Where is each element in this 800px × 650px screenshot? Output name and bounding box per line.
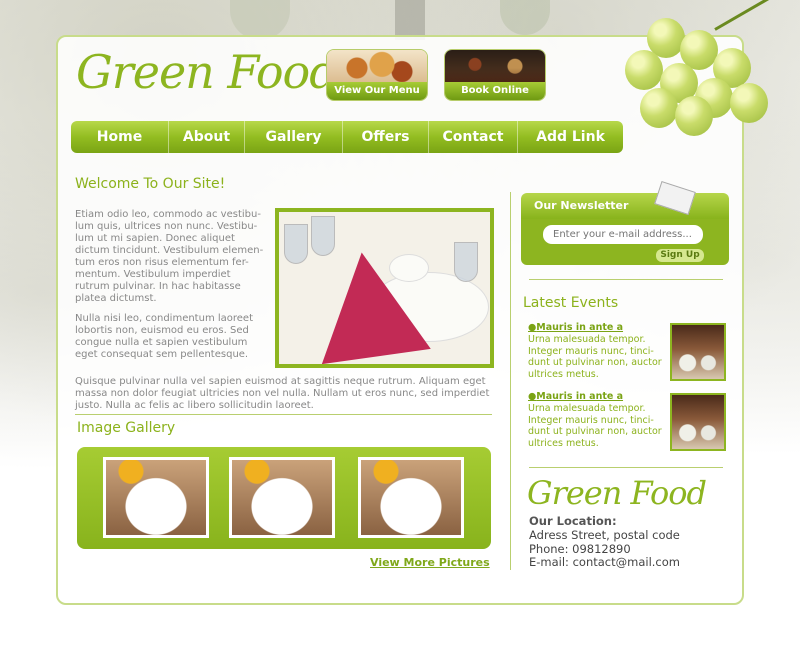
grape [675,96,713,136]
welcome-paragraph-2: Nulla nisi leo, condimentum laoreet lobo… [75,313,254,360]
nav-gallery[interactable]: Gallery [245,121,343,153]
welcome-heading: Welcome To Our Site! [75,176,226,192]
event-title: Mauris in ante a [536,322,624,333]
signup-button[interactable]: Sign Up [656,249,704,262]
restaurant-photo [445,50,545,86]
nav-offers[interactable]: Offers [343,121,429,153]
latest-events-heading: Latest Events [523,295,619,311]
background-glass [230,0,290,40]
gallery-thumbnail[interactable] [229,457,335,538]
column-divider [510,192,511,570]
phone-text: Phone: 09812890 [529,542,631,556]
welcome-paragraph-3: Quisque pulvinar nulla vel sapien euismo… [75,376,490,411]
section-divider [529,279,723,280]
event-title: Mauris in ante a [536,391,624,402]
event-item: ●Mauris in ante a Urna malesuada tempor.… [528,322,668,380]
main-nav: Home About Gallery Offers Contact Add Li… [71,121,623,153]
welcome-paragraph-1: Etiam odio leo, commodo ac vestibu-lum q… [75,209,264,304]
section-divider [75,414,492,415]
section-divider [529,467,723,468]
email-text: E-mail: contact@mail.com [529,555,680,569]
background-glass [500,0,550,35]
gallery-heading: Image Gallery [77,420,176,436]
event-thumbnail[interactable] [670,393,726,451]
table-setting-photo [275,208,494,368]
grape [730,83,768,123]
gallery-thumbnail[interactable] [103,457,209,538]
image-gallery [77,447,491,549]
nav-contact[interactable]: Contact [429,121,518,153]
book-online-label: Book Online [445,82,545,100]
grapes-decoration [595,0,795,138]
grape [640,88,678,128]
footer-logo: Green Food [527,474,707,512]
event-item: ●Mauris in ante a Urna malesuada tempor.… [528,391,668,449]
newsletter-email-input[interactable] [543,225,703,244]
event-title-link[interactable]: ●Mauris in ante a [528,322,668,333]
site-logo[interactable]: Green Food [76,42,339,102]
nav-add-link[interactable]: Add Link [518,121,623,153]
grape [625,50,663,90]
wine-glass [284,224,308,264]
view-menu-button[interactable]: View Our Menu [326,49,428,101]
book-online-button[interactable]: Book Online [444,49,546,101]
event-text: Urna malesuada tempor. Integer mauris nu… [528,334,662,380]
background-post [395,0,425,40]
event-text: Urna malesuada tempor. Integer mauris nu… [528,403,662,449]
nav-about[interactable]: About [169,121,245,153]
view-menu-label: View Our Menu [327,82,427,100]
wine-glass [311,216,335,256]
address-text: Adress Street, postal code [529,528,680,542]
menu-food-photo [327,50,427,86]
nav-home[interactable]: Home [71,121,169,153]
wine-glass [454,242,478,282]
newsletter-heading: Our Newsletter [521,193,729,219]
event-title-link[interactable]: ●Mauris in ante a [528,391,668,402]
event-thumbnail[interactable] [670,323,726,381]
gallery-thumbnail[interactable] [358,457,464,538]
napkin [307,244,431,364]
location-label: Our Location: [529,514,617,528]
view-more-pictures-link[interactable]: View More Pictures [370,556,490,569]
